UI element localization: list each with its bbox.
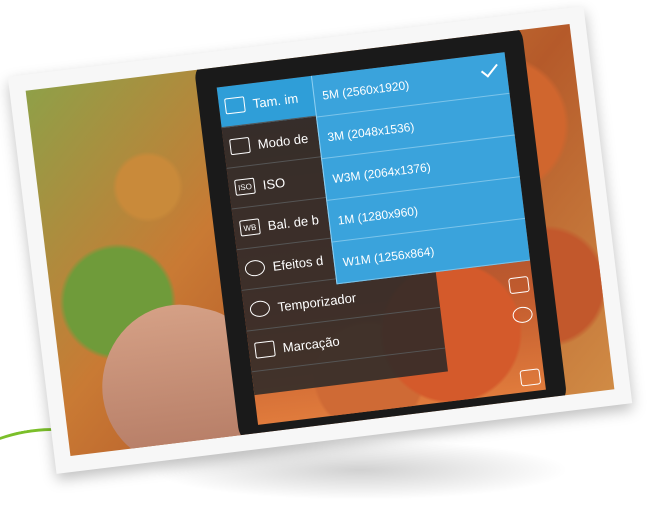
photo-frame: Tam. im Modo de ISO ISO WB Bal. de b Efe… <box>7 6 633 474</box>
setting-label: Tam. im <box>251 90 299 111</box>
watermark-icon <box>254 340 276 359</box>
resolution-label: 5M (2560x1920) <box>321 77 410 103</box>
palette-icon <box>244 258 266 278</box>
resolution-label: 1M (1280x960) <box>336 203 419 228</box>
resolution-label: W1M (1256x864) <box>341 243 436 269</box>
check-icon <box>480 59 498 78</box>
scene-mode-icon <box>229 136 251 156</box>
battery-icon <box>508 275 530 295</box>
setting-label: Efeitos d <box>271 252 324 274</box>
trash-icon[interactable] <box>519 368 542 387</box>
phone: Tam. im Modo de ISO ISO WB Bal. de b Efe… <box>193 23 569 448</box>
setting-label: Bal. de b <box>266 211 320 233</box>
resolution-popup: 5M (2560x1920) 3M (2048x1536) W3M (2064x… <box>310 52 532 285</box>
setting-label: ISO <box>261 174 286 192</box>
resolution-label: 3M (2048x1536) <box>326 119 416 144</box>
white-balance-icon: WB <box>239 218 261 237</box>
camera-screen: Tam. im Modo de ISO ISO WB Bal. de b Efe… <box>216 52 546 425</box>
timer-icon <box>249 299 271 318</box>
camera-switch-icon[interactable] <box>511 305 534 325</box>
setting-label: Temporizador <box>276 289 357 315</box>
resolution-label: W3M (2064x1376) <box>331 159 432 186</box>
photo: Tam. im Modo de ISO ISO WB Bal. de b Efe… <box>25 23 615 457</box>
setting-label: Marcação <box>281 332 341 355</box>
image-size-icon <box>224 96 246 115</box>
setting-label: Modo de <box>256 130 309 152</box>
iso-icon: ISO <box>234 177 256 196</box>
